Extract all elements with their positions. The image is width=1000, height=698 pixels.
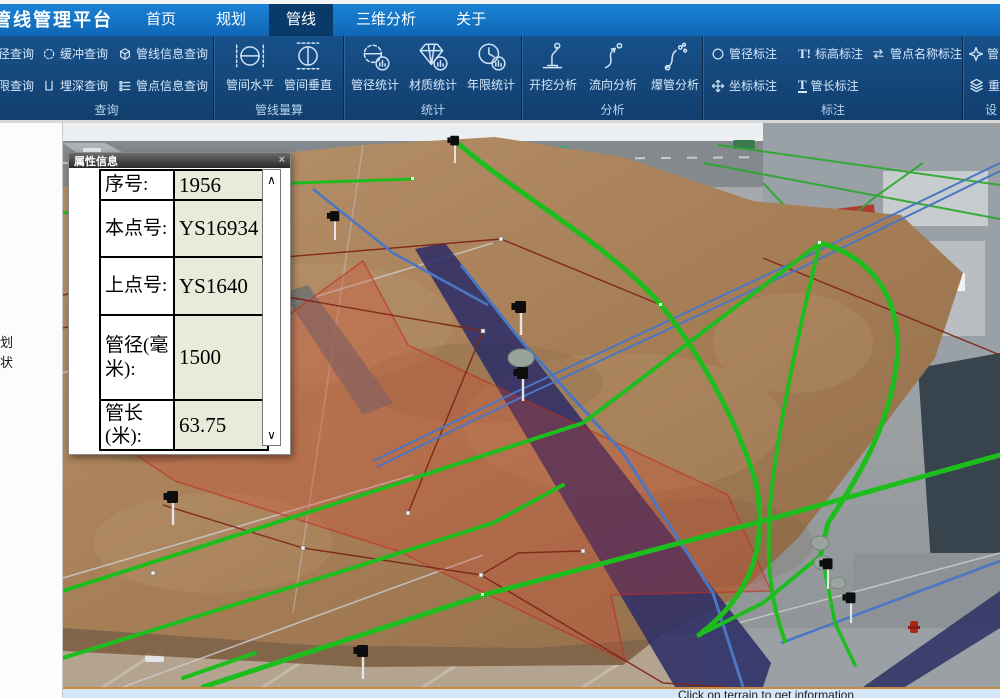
group-label-measure: 管线量算 xyxy=(214,101,344,118)
group-label-query: 查询 xyxy=(0,101,213,118)
excavation-analysis-button[interactable]: 开挖分析 xyxy=(524,41,582,93)
layer-item-current[interactable]: 现状 xyxy=(0,353,62,373)
ribbon-group-stats: 管径统计 材质统计 年限统计 统计 xyxy=(343,36,522,120)
flow-icon xyxy=(597,41,629,73)
tab-about[interactable]: 关于 xyxy=(439,4,503,36)
dialog-scrollbar[interactable]: ∧ ∨ xyxy=(262,169,281,446)
buffer-query-button[interactable]: 缓冲查询 xyxy=(42,45,108,62)
scroll-down-icon[interactable]: ∨ xyxy=(263,428,280,442)
point-info-icon xyxy=(118,79,132,93)
status-text: Click on terrain to get information xyxy=(678,689,1000,698)
attr-value: 1500 xyxy=(174,315,268,400)
length-annotation-button[interactable]: T 管长标注 xyxy=(798,77,859,94)
ribbon-group-annotation: 管径标注 T! 标高标注 管点名称标注 坐标标注 T 管长标注 标注 xyxy=(702,36,963,120)
material-stats-button[interactable]: 材质统计 xyxy=(404,41,462,93)
move-icon xyxy=(969,47,983,61)
layer-panel: 规划 现状 xyxy=(0,123,63,698)
elevation-annotation-button[interactable]: T! 标高标注 xyxy=(798,45,863,62)
ribbon-group-measure: 管间水平 管间垂直 管线量算 xyxy=(213,36,344,120)
length-icon: T xyxy=(798,78,807,93)
attr-label: 管径(毫米): xyxy=(100,315,174,400)
tab-pipeline[interactable]: 管线 xyxy=(269,4,333,36)
point-info-query-button[interactable]: 管点信息查询 xyxy=(118,77,208,94)
depth-query-button[interactable]: 埋深查询 xyxy=(42,77,108,94)
attribute-table: 序号: 1956 本点号: YS16934 上点号: YS1640 管径(毫米)… xyxy=(99,169,269,451)
pipeline-info-icon xyxy=(118,47,132,61)
age-stats-button[interactable]: 年限统计 xyxy=(462,41,520,93)
rename-icon xyxy=(871,47,886,61)
attribute-info-dialog: 属性信息 × 序号: 1956 本点号: YS16934 上点号: YS1640… xyxy=(68,152,291,455)
close-icon[interactable]: × xyxy=(279,155,285,166)
app-title: 管线管理平台 xyxy=(0,4,123,36)
tab-home[interactable]: 首页 xyxy=(129,4,193,36)
table-row: 管长(米): 63.75 xyxy=(100,400,268,450)
table-row: 序号: 1956 xyxy=(100,170,268,200)
horizontal-measure-icon xyxy=(234,41,266,73)
attr-label: 管长(米): xyxy=(100,400,174,450)
ribbon-group-query: 径查询 缓冲查询 管线信息查询 限查询 埋深查询 管点信息 xyxy=(0,36,213,120)
attr-value: YS16934 xyxy=(174,200,268,257)
diameter-query-button[interactable]: 径查询 xyxy=(0,45,34,62)
depth-icon xyxy=(42,79,56,93)
attr-label: 本点号: xyxy=(100,200,174,257)
layers-icon xyxy=(969,78,984,93)
vertical-measure-icon xyxy=(292,41,324,73)
coordinate-icon xyxy=(711,79,725,93)
table-row: 本点号: YS16934 xyxy=(100,200,268,257)
excavation-icon xyxy=(537,41,569,73)
burst-analysis-button[interactable]: 爆管分析 xyxy=(646,41,704,93)
group-label-stats: 统计 xyxy=(344,101,522,118)
attr-value: 1956 xyxy=(174,170,268,200)
dialog-titlebar[interactable]: 属性信息 × xyxy=(69,153,290,168)
attr-value: 63.75 xyxy=(174,400,268,450)
tab-planning[interactable]: 规划 xyxy=(199,4,263,36)
group-label-settings: 设 xyxy=(963,101,1000,118)
ribbon: 径查询 缓冲查询 管线信息查询 限查询 埋深查询 管点信息 xyxy=(0,36,1000,120)
material-stats-icon xyxy=(417,41,449,73)
ribbon-group-settings: 管 重 设 xyxy=(962,36,1000,120)
coordinate-annotation-button[interactable]: 坐标标注 xyxy=(711,77,777,94)
group-label-annotation: 标注 xyxy=(703,101,963,118)
flow-analysis-button[interactable]: 流向分析 xyxy=(584,41,642,93)
diameter-annotation-button[interactable]: 管径标注 xyxy=(711,45,777,62)
layer-item-planning[interactable]: 规划 xyxy=(0,333,62,353)
buffer-icon xyxy=(42,47,56,61)
attr-label: 上点号: xyxy=(100,257,174,315)
diameter-stats-button[interactable]: 管径统计 xyxy=(346,41,404,93)
titlebar: 管线管理平台 首页 规划 管线 三维分析 关于 xyxy=(0,4,1000,36)
statusbar: Click on terrain to get information xyxy=(63,687,1000,698)
scroll-up-icon[interactable]: ∧ xyxy=(263,173,280,187)
burst-icon xyxy=(659,41,691,73)
elevation-icon: T! xyxy=(798,47,811,60)
horizontal-gap-button[interactable]: 管间水平 xyxy=(221,41,279,93)
vertical-gap-button[interactable]: 管间垂直 xyxy=(279,41,337,93)
dialog-body: 序号: 1956 本点号: YS16934 上点号: YS1640 管径(毫米)… xyxy=(69,168,290,454)
attr-label: 序号: xyxy=(100,170,174,200)
group-label-analysis: 分析 xyxy=(522,101,703,118)
move-annotation-button[interactable]: 管 xyxy=(969,45,999,62)
limit-query-button[interactable]: 限查询 xyxy=(0,77,34,94)
tab-3d-analysis[interactable]: 三维分析 xyxy=(339,4,433,36)
ribbon-group-analysis: 开挖分析 流向分析 爆管分析 分析 xyxy=(521,36,703,120)
pipeline-info-query-button[interactable]: 管线信息查询 xyxy=(118,45,208,62)
table-row: 上点号: YS1640 xyxy=(100,257,268,315)
attr-value: YS1640 xyxy=(174,257,268,315)
age-stats-icon xyxy=(475,41,507,73)
diameter-stats-icon xyxy=(359,41,391,73)
table-row: 管径(毫米): 1500 xyxy=(100,315,268,400)
layers-button[interactable]: 重 xyxy=(969,77,1000,94)
point-name-annotation-button[interactable]: 管点名称标注 xyxy=(871,45,962,62)
dialog-title: 属性信息 xyxy=(74,153,118,169)
circle-icon xyxy=(711,47,725,61)
